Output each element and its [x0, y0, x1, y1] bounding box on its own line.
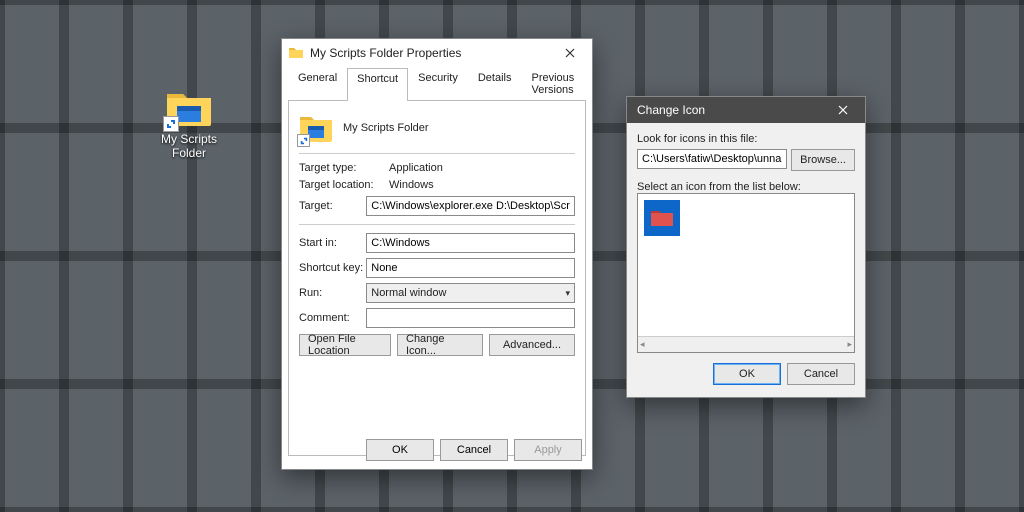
- shortcut-name: My Scripts Folder: [343, 122, 429, 134]
- look-for-icons-label: Look for icons in this file:: [637, 133, 855, 145]
- advanced-button[interactable]: Advanced...: [489, 334, 575, 356]
- label-target-location: Target location:: [299, 179, 389, 191]
- change-icon-title: Change Icon: [633, 103, 827, 117]
- open-file-location-button[interactable]: Open File Location: [299, 334, 391, 356]
- chevron-down-icon: ▾: [565, 288, 570, 299]
- label-start-in: Start in:: [299, 237, 366, 249]
- change-icon-button[interactable]: Change Icon...: [397, 334, 483, 356]
- label-target: Target:: [299, 200, 366, 212]
- run-select[interactable]: Normal window ▾: [366, 283, 575, 303]
- properties-titlebar[interactable]: My Scripts Folder Properties: [282, 39, 592, 67]
- tab-shortcut[interactable]: Shortcut: [347, 68, 408, 101]
- desktop-shortcut[interactable]: My Scripts Folder: [150, 88, 228, 160]
- cancel-button[interactable]: Cancel: [787, 363, 855, 385]
- tab-security[interactable]: Security: [408, 67, 468, 100]
- value-target-location: Windows: [389, 179, 575, 191]
- browse-button[interactable]: Browse...: [791, 149, 855, 171]
- target-input[interactable]: [366, 196, 575, 216]
- label-run: Run:: [299, 287, 366, 299]
- folder-icon: [288, 45, 304, 61]
- select-icon-label: Select an icon from the list below:: [637, 181, 855, 193]
- folder-icon: [165, 88, 213, 128]
- shortcut-key-input[interactable]: [366, 258, 575, 278]
- ok-button[interactable]: OK: [366, 439, 434, 461]
- properties-title: My Scripts Folder Properties: [310, 46, 554, 60]
- start-in-input[interactable]: [366, 233, 575, 253]
- tab-previous-versions[interactable]: Previous Versions: [521, 67, 586, 100]
- icon-list-scrollbar[interactable]: ◂ ▸: [638, 336, 854, 352]
- label-shortcut-key: Shortcut key:: [299, 262, 366, 274]
- change-icon-dialog: Change Icon Look for icons in this file:…: [626, 96, 866, 398]
- label-comment: Comment:: [299, 312, 366, 324]
- icon-path-input[interactable]: [637, 149, 787, 169]
- close-icon[interactable]: [554, 42, 586, 64]
- tab-general[interactable]: General: [288, 67, 347, 100]
- tab-strip: General Shortcut Security Details Previo…: [282, 67, 592, 100]
- icon-option-folder[interactable]: [644, 200, 680, 236]
- apply-button[interactable]: Apply: [514, 439, 582, 461]
- value-target-type: Application: [389, 162, 575, 174]
- cancel-button[interactable]: Cancel: [440, 439, 508, 461]
- comment-input[interactable]: [366, 308, 575, 328]
- scroll-right-icon[interactable]: ▸: [847, 339, 852, 350]
- scroll-left-icon[interactable]: ◂: [640, 339, 645, 350]
- tab-details[interactable]: Details: [468, 67, 522, 100]
- ok-button[interactable]: OK: [713, 363, 781, 385]
- properties-dialog: My Scripts Folder Properties General Sho…: [281, 38, 593, 470]
- shortcut-tab-page: My Scripts Folder Target type: Applicati…: [288, 100, 586, 456]
- change-icon-titlebar[interactable]: Change Icon: [627, 97, 865, 123]
- shortcut-label: My Scripts Folder: [150, 132, 228, 160]
- run-value: Normal window: [371, 287, 446, 299]
- icon-list[interactable]: ◂ ▸: [637, 193, 855, 353]
- close-icon[interactable]: [827, 99, 859, 121]
- shortcut-arrow-icon: [163, 116, 179, 132]
- shortcut-arrow-icon: [297, 134, 310, 147]
- label-target-type: Target type:: [299, 162, 389, 174]
- folder-icon: [299, 113, 333, 143]
